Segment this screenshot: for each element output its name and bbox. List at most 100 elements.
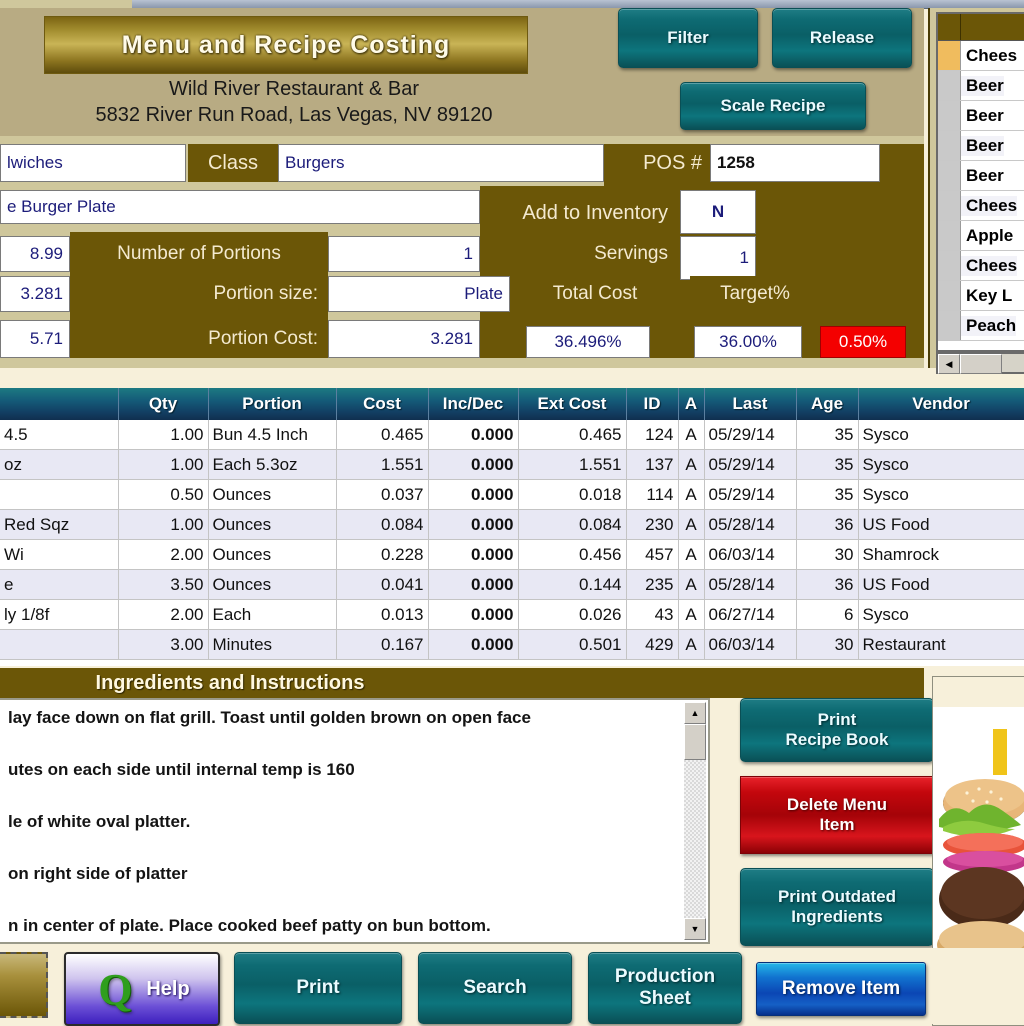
cell-name[interactable]: ly 1/8f <box>0 599 119 630</box>
row-gutter[interactable] <box>938 191 961 220</box>
cell-cost[interactable]: 0.167 <box>336 629 429 660</box>
scroll-up-icon[interactable]: ▲ <box>684 702 706 724</box>
column-header[interactable]: A <box>678 388 705 420</box>
cell-qty[interactable]: 0.50 <box>118 479 209 510</box>
menu-item-row[interactable]: Apple <box>938 221 1024 251</box>
cell-incdec[interactable]: 0.000 <box>428 509 519 540</box>
scroll-left-icon[interactable]: ◀ <box>938 354 960 374</box>
portion-cost-field[interactable]: 3.281 <box>328 320 480 358</box>
cell-vendor[interactable]: Sysco <box>858 449 1024 480</box>
add-to-inventory-field[interactable]: N <box>680 190 756 234</box>
cell-ext[interactable]: 0.084 <box>518 509 627 540</box>
cell-last[interactable]: 06/03/14 <box>704 539 797 570</box>
cell-cost[interactable]: 0.013 <box>336 599 429 630</box>
cell-portion[interactable]: Bun 4.5 Inch <box>208 420 337 450</box>
search-button[interactable]: Search <box>418 952 572 1024</box>
menu-item-row[interactable]: Beer <box>938 71 1024 101</box>
cell-qty[interactable]: 1.00 <box>118 509 209 540</box>
scroll-down-icon[interactable]: ▼ <box>684 918 706 940</box>
cell-id[interactable]: 429 <box>626 629 679 660</box>
cell-last[interactable]: 06/27/14 <box>704 599 797 630</box>
cell-vendor[interactable]: Sysco <box>858 479 1024 510</box>
cell-last[interactable]: 05/28/14 <box>704 509 797 540</box>
filter-button[interactable]: Filter <box>618 8 758 68</box>
cell-portion[interactable]: Ounces <box>208 539 337 570</box>
table-row[interactable]: 0.50 Ounces 0.037 0.000 0.018 114 A 05/29/14 35 S… <box>0 479 1024 510</box>
cell-cost[interactable]: 0.041 <box>336 569 429 600</box>
production-sheet-button[interactable]: Production Sheet <box>588 952 742 1024</box>
menu-group-field[interactable]: lwiches <box>0 144 186 182</box>
cell-incdec[interactable]: 0.000 <box>428 599 519 630</box>
cell-qty[interactable]: 2.00 <box>118 539 209 570</box>
column-header[interactable]: Vendor <box>858 388 1024 420</box>
cell-incdec[interactable]: 0.000 <box>428 569 519 600</box>
cell-id[interactable]: 114 <box>626 479 679 510</box>
table-row[interactable]: 4.5 1.00 Bun 4.5 Inch 0.465 0.000 0.465 124 A 05… <box>0 420 1024 450</box>
table-row[interactable]: Red Sqz 1.00 Ounces 0.084 0.000 0.084 230 A 05/2… <box>0 509 1024 540</box>
column-header[interactable]: Last <box>704 388 797 420</box>
table-row[interactable]: e 3.50 Ounces 0.041 0.000 0.144 235 A 05/28/14 36… <box>0 569 1024 600</box>
row-gutter[interactable] <box>938 41 961 70</box>
print-recipe-book-button[interactable]: Print Recipe Book <box>740 698 934 762</box>
cell-qty[interactable]: 3.00 <box>118 629 209 660</box>
cell-age[interactable]: 36 <box>796 509 859 540</box>
cell-incdec[interactable]: 0.000 <box>428 479 519 510</box>
gold-selection-box[interactable] <box>0 952 48 1018</box>
row-gutter[interactable] <box>938 71 961 100</box>
instructions-vscrollbar[interactable]: ▲ ▼ <box>684 702 706 940</box>
cell-a[interactable]: A <box>678 629 705 660</box>
column-header[interactable]: Ext Cost <box>518 388 627 420</box>
number-of-portions-field[interactable]: 1 <box>328 236 480 272</box>
cell-ext[interactable]: 0.456 <box>518 539 627 570</box>
price-field[interactable]: 8.99 <box>0 236 70 272</box>
instructions-textarea[interactable]: lay face down on flat grill. Toast until… <box>0 698 710 944</box>
cell-vendor[interactable]: Restaurant <box>858 629 1024 660</box>
column-header[interactable]: Inc/Dec <box>428 388 519 420</box>
menu-item-row[interactable]: Key L <box>938 281 1024 311</box>
cell-cost[interactable]: 0.465 <box>336 420 429 450</box>
cell-portion[interactable]: Ounces <box>208 479 337 510</box>
cell-cost[interactable]: 0.037 <box>336 479 429 510</box>
cell-name[interactable]: Red Sqz <box>0 509 119 540</box>
menu-item-row[interactable]: Peach <box>938 311 1024 341</box>
cell-portion[interactable]: Ounces <box>208 509 337 540</box>
margin-field[interactable]: 5.71 <box>0 320 70 358</box>
cell-cost[interactable]: 0.228 <box>336 539 429 570</box>
print-button[interactable]: Print <box>234 952 402 1024</box>
cell-vendor[interactable]: US Food <box>858 509 1024 540</box>
table-row[interactable]: Wi 2.00 Ounces 0.228 0.000 0.456 457 A 06/03/14 3… <box>0 539 1024 570</box>
cell-age[interactable]: 30 <box>796 539 859 570</box>
column-header[interactable] <box>0 388 119 420</box>
row-gutter[interactable] <box>938 101 961 130</box>
cell-vendor[interactable]: Shamrock <box>858 539 1024 570</box>
table-row[interactable]: 3.00 Minutes 0.167 0.000 0.501 429 A 06/03/14 30… <box>0 629 1024 660</box>
cell-last[interactable]: 05/29/14 <box>704 449 797 480</box>
cell-name[interactable]: 4.5 <box>0 420 119 450</box>
portion-size-field[interactable]: Plate <box>328 276 510 312</box>
table-row[interactable]: ly 1/8f 2.00 Each 0.013 0.000 0.026 43 A 06/27/1… <box>0 599 1024 630</box>
cell-portion[interactable]: Ounces <box>208 569 337 600</box>
cell-name[interactable]: oz <box>0 449 119 480</box>
cell-id[interactable]: 457 <box>626 539 679 570</box>
help-button[interactable]: Q Help <box>64 952 220 1026</box>
cell-a[interactable]: A <box>678 599 705 630</box>
column-header[interactable]: Cost <box>336 388 429 420</box>
item-name-field[interactable]: e Burger Plate <box>0 190 480 224</box>
cell-incdec[interactable]: 0.000 <box>428 449 519 480</box>
cell-ext[interactable]: 0.026 <box>518 599 627 630</box>
cell-ext[interactable]: 0.018 <box>518 479 627 510</box>
servings-field[interactable]: 1 <box>680 236 756 280</box>
row-gutter[interactable] <box>938 281 961 310</box>
cell-id[interactable]: 43 <box>626 599 679 630</box>
cell-qty[interactable]: 1.00 <box>118 420 209 450</box>
cell-vendor[interactable]: US Food <box>858 569 1024 600</box>
cell-a[interactable]: A <box>678 420 705 450</box>
table-row[interactable]: oz 1.00 Each 5.3oz 1.551 0.000 1.551 137 A 05/29… <box>0 449 1024 480</box>
menu-item-row[interactable]: Beer <box>938 101 1024 131</box>
release-button[interactable]: Release <box>772 8 912 68</box>
cell-a[interactable]: A <box>678 449 705 480</box>
column-header[interactable]: Qty <box>118 388 209 420</box>
cell-incdec[interactable]: 0.000 <box>428 539 519 570</box>
cell-a[interactable]: A <box>678 509 705 540</box>
cell-id[interactable]: 235 <box>626 569 679 600</box>
